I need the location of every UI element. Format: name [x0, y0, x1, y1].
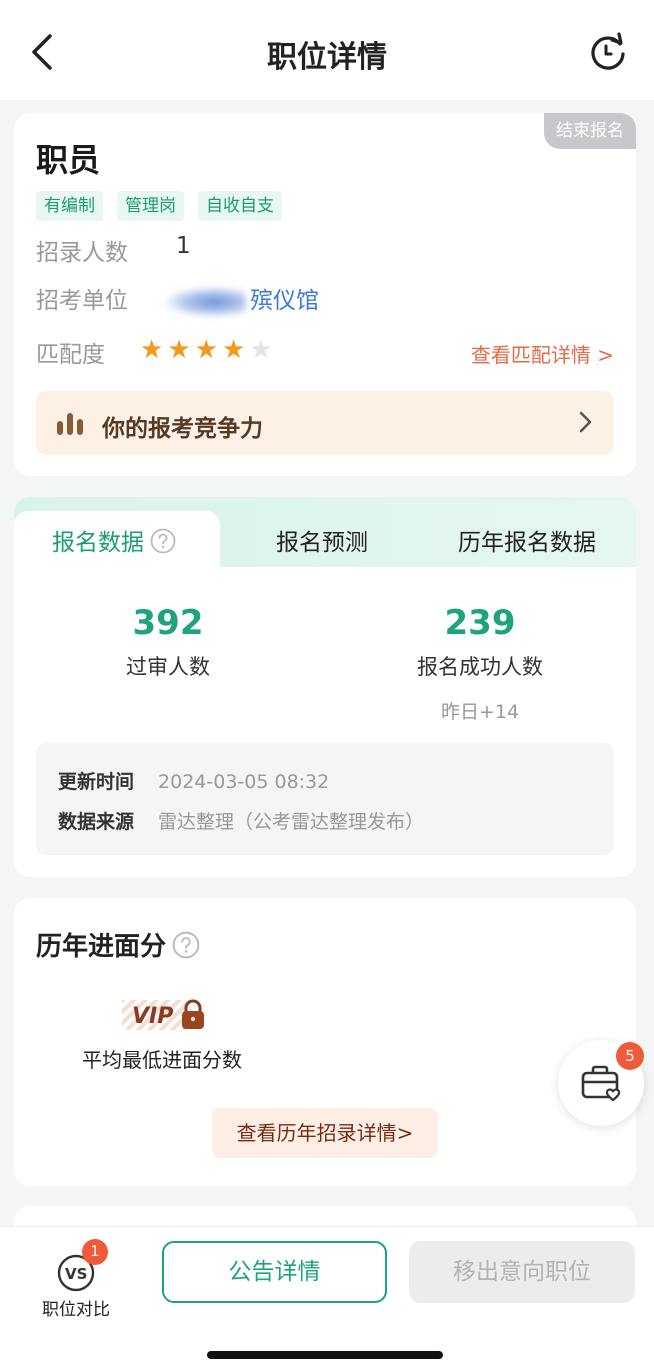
historical-interview-score-card: 历年进面分 VIP 平均最低进面分数 查看历年招录详情>: [14, 898, 636, 1186]
view-history-details-button[interactable]: 查看历年招录详情>: [212, 1108, 438, 1158]
data-meta-box: 更新时间 2024-03-05 08:32 数据来源 雷达整理（公考雷达整理发布）: [36, 743, 614, 855]
tab-registration-data-label: 报名数据: [52, 530, 144, 556]
star-filled-icon: ★: [167, 335, 191, 365]
competitiveness-label: 你的报考竞争力: [102, 416, 263, 442]
page-title: 职位详情: [267, 40, 387, 75]
data-source-label: 数据来源: [58, 811, 135, 833]
intention-list-button[interactable]: 5: [558, 1040, 644, 1126]
successful-registration-stat: 239 报名成功人数 昨日+14: [360, 603, 600, 724]
home-indicator: [207, 1351, 443, 1359]
announcement-details-button[interactable]: 公告详情: [162, 1241, 387, 1303]
historical-score-title-text: 历年进面分: [36, 932, 167, 962]
tab-registration-data[interactable]: 报名数据: [52, 523, 176, 557]
remove-intention-button[interactable]: 移出意向职位: [409, 1241, 635, 1303]
successful-registration-count: 239: [444, 603, 516, 643]
job-title: 职员: [36, 141, 101, 179]
update-time-value: 2024-03-05 08:32: [158, 771, 330, 793]
bottom-action-bar: VS 1 职位对比 公告详情 移出意向职位: [0, 1226, 654, 1363]
recruit-count-row: 招录人数 1: [36, 233, 191, 267]
data-source-row: 数据来源 雷达整理（公考雷达整理发布）: [58, 807, 424, 834]
job-tags: 有编制 管理岗 自收自支: [36, 191, 282, 221]
tag-self-funded: 自收自支: [198, 191, 282, 221]
redacted-blur: [166, 286, 246, 317]
tag-management: 管理岗: [117, 191, 184, 221]
refresh-icon: [591, 32, 625, 70]
passed-review-stat: 392 过审人数: [48, 603, 288, 681]
passed-review-count: 392: [132, 603, 204, 643]
job-info-card: 结束报名 职员 有编制 管理岗 自收自支 招录人数 1 招考单位 殡仪馆 匹配度…: [14, 113, 636, 476]
vip-text: VIP: [132, 1004, 173, 1029]
job-compare-button[interactable]: VS 1 职位对比: [30, 1239, 122, 1323]
star-filled-icon: ★: [140, 335, 164, 365]
compare-label: 职位对比: [42, 1300, 110, 1320]
tag-establishment: 有编制: [36, 191, 103, 221]
avg-min-score-label: 平均最低进面分数: [82, 1048, 242, 1072]
tab-bar: 报名数据 报名预测 历年报名数据: [14, 497, 636, 567]
competitiveness-button[interactable]: 你的报考竞争力: [36, 391, 614, 455]
daily-delta: 昨日+14: [440, 701, 520, 723]
compare-count-badge: 1: [82, 1239, 108, 1265]
employer-value: 殡仪馆: [250, 288, 319, 314]
star-empty-icon: ★: [249, 335, 273, 365]
registration-data-card: 报名数据 报名预测 历年报名数据 392 过审人数 239 报名成功人数 昨日+…: [14, 497, 636, 877]
chevron-right-icon: [579, 411, 592, 433]
update-time-row: 更新时间 2024-03-05 08:32: [58, 767, 329, 794]
successful-registration-label: 报名成功人数: [417, 655, 543, 679]
recruit-count-value: 1: [176, 233, 191, 259]
refresh-button[interactable]: [586, 30, 630, 74]
data-source-value: 雷达整理（公考雷达整理发布）: [158, 811, 425, 833]
match-stars: ★ ★ ★ ★ ★: [140, 337, 273, 363]
employer-link[interactable]: 殡仪馆: [166, 281, 319, 317]
employer-label: 招考单位: [36, 288, 128, 314]
star-filled-icon: ★: [194, 335, 218, 365]
vip-lock-badge: VIP: [122, 999, 204, 1030]
intention-count-badge: 5: [616, 1042, 644, 1070]
update-time-label: 更新时间: [58, 771, 135, 793]
employer-row: 招考单位 殡仪馆: [36, 281, 319, 317]
header-bar: 职位详情: [0, 0, 654, 100]
view-match-details-link[interactable]: 查看匹配详情 >: [471, 339, 614, 368]
lock-icon: [182, 999, 204, 1029]
status-badge: 结束报名: [544, 113, 636, 149]
help-icon: [150, 528, 176, 554]
match-label: 匹配度: [36, 342, 105, 368]
tab-historical-data[interactable]: 历年报名数据: [458, 523, 596, 557]
recruit-count-label: 招录人数: [36, 240, 128, 266]
star-filled-icon: ★: [221, 335, 246, 365]
svg-text:VS: VS: [65, 1265, 87, 1283]
bar-chart-icon: [57, 413, 83, 435]
match-row: 匹配度 ★ ★ ★ ★ ★: [36, 335, 273, 369]
help-icon[interactable]: [172, 931, 200, 959]
passed-review-label: 过审人数: [126, 655, 210, 679]
tab-registration-forecast[interactable]: 报名预测: [276, 523, 368, 557]
historical-score-title: 历年进面分: [36, 926, 200, 963]
